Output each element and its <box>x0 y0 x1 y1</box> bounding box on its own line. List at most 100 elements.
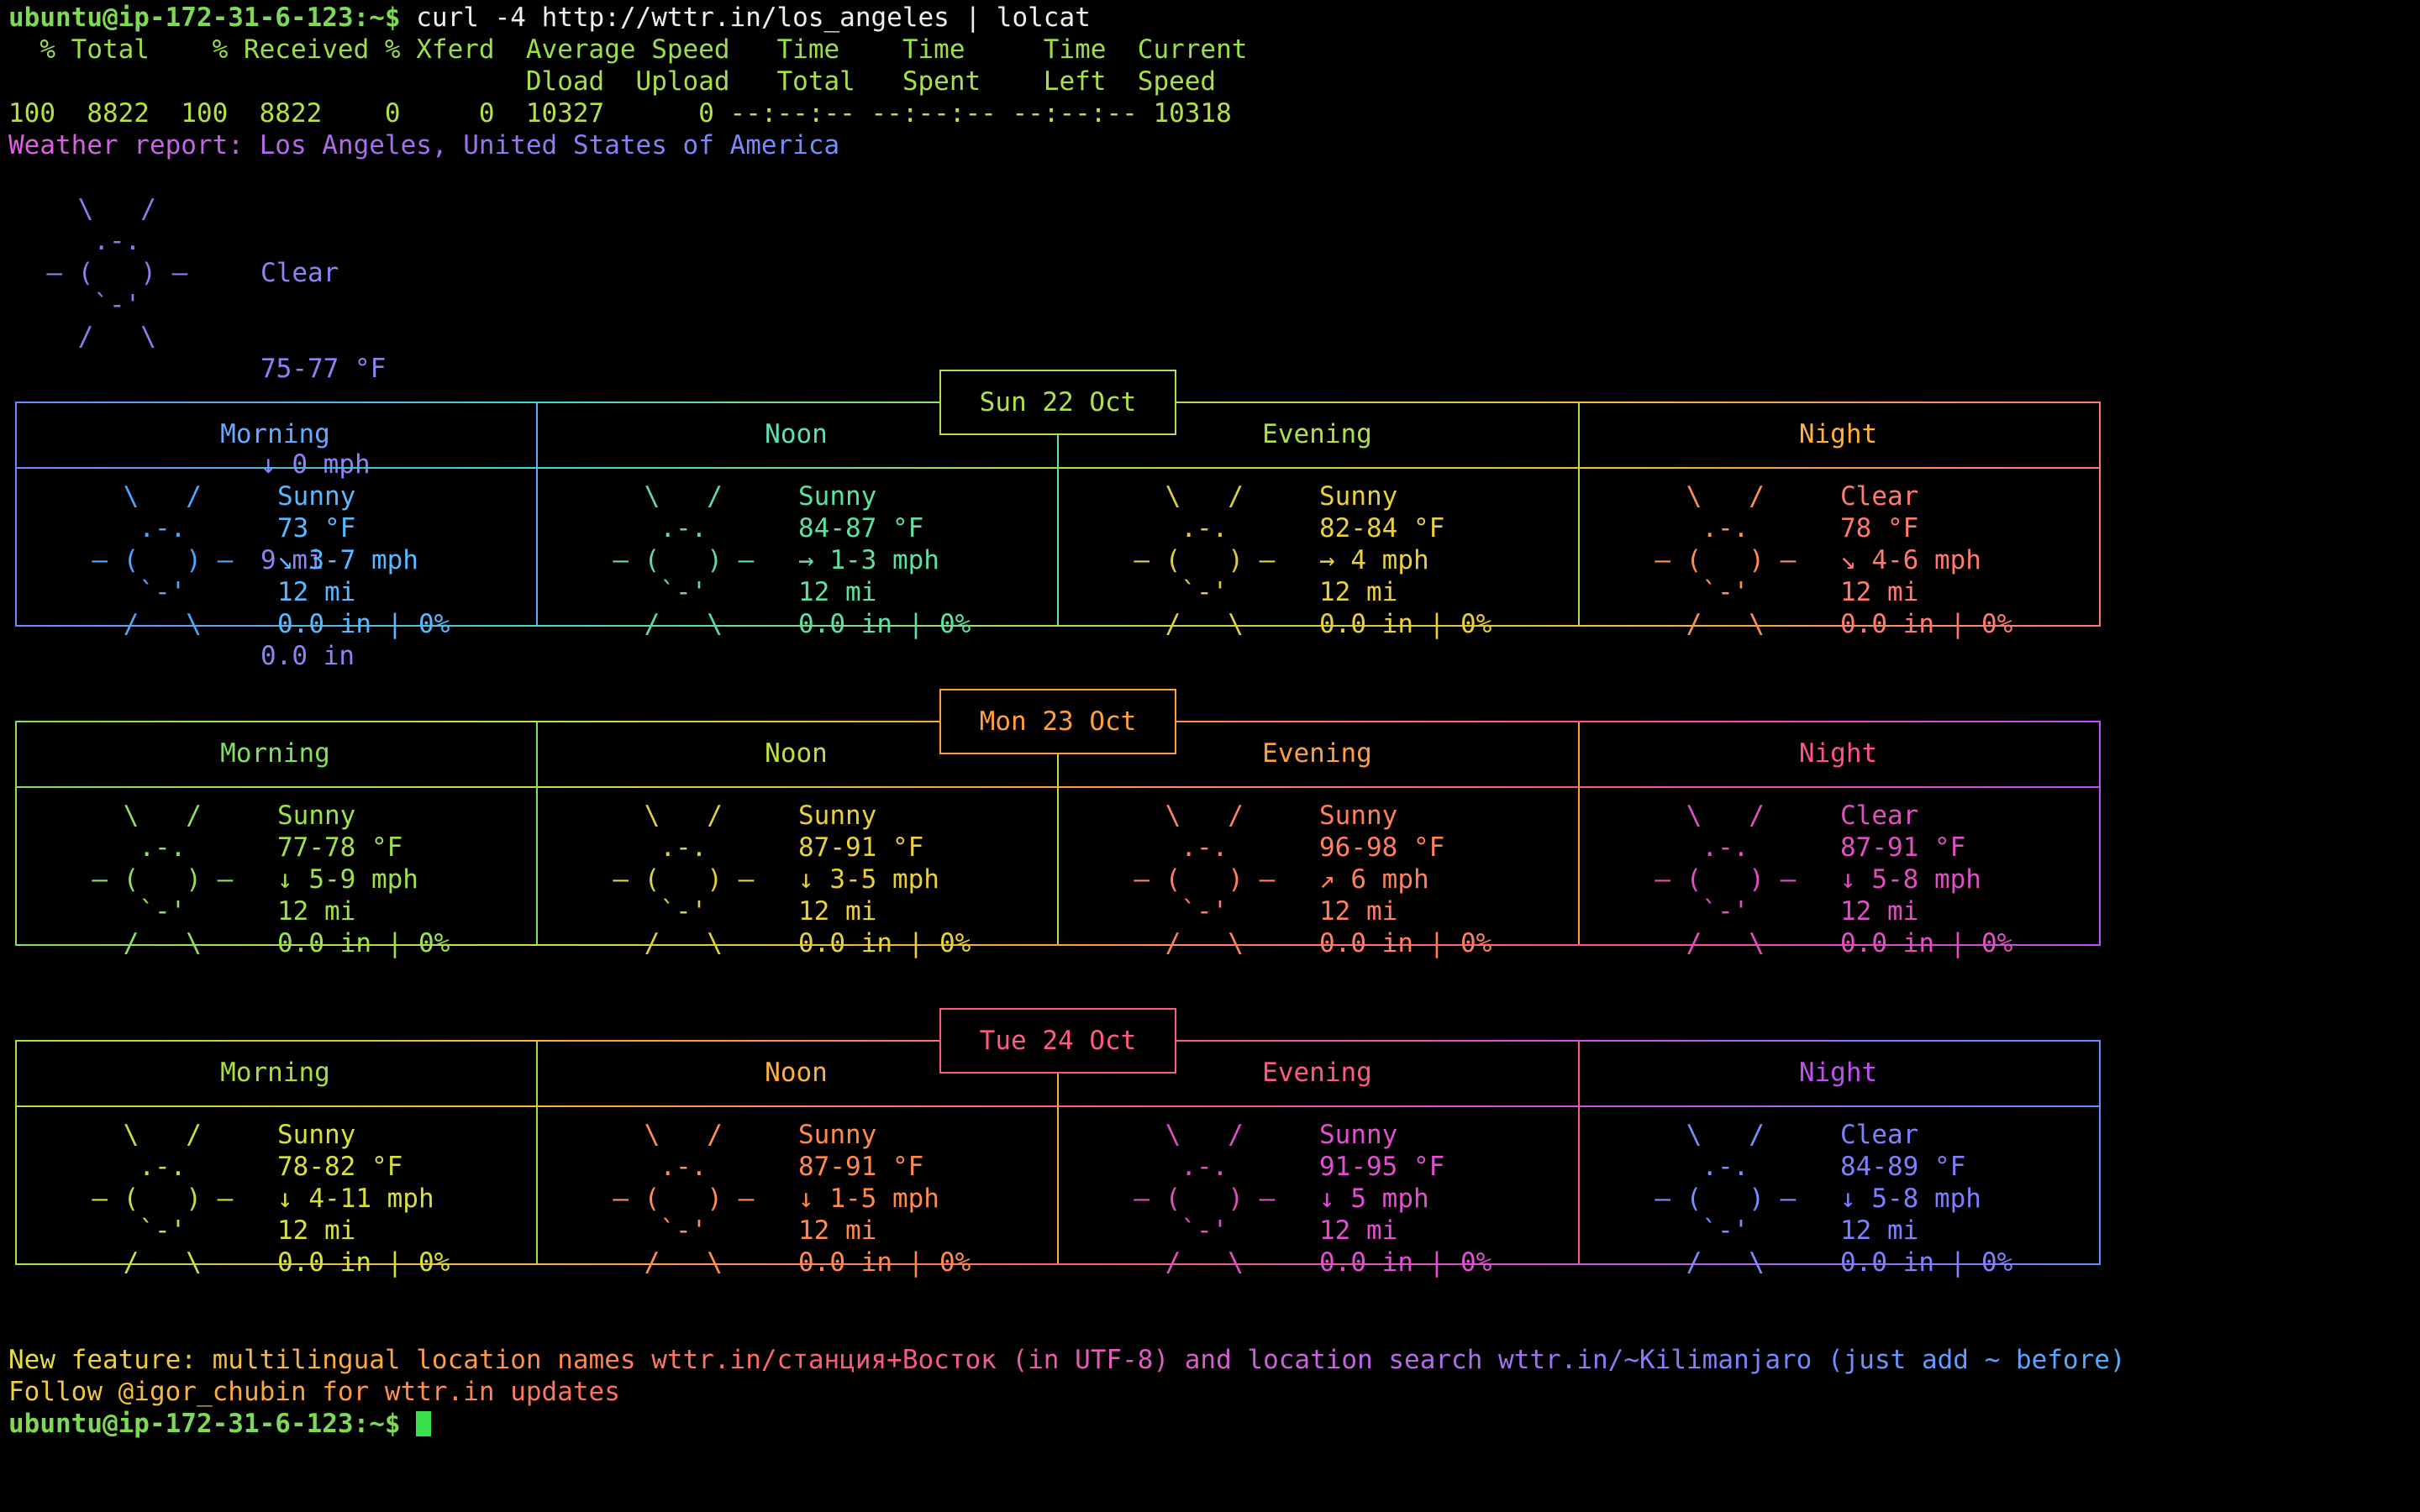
period-header-night: Night <box>1798 419 1878 449</box>
forecast-cell: Sunny 87-91 °F ↓ 3-5 mph 12 mi 0.0 in | 0% <box>798 800 971 959</box>
period-header-night: Night <box>1798 1058 1878 1088</box>
forecast-day: Sun 22 Oct Morning Noon Evening Night \ / .-… <box>15 370 2101 639</box>
forecast-wind: → 4 mph <box>1319 545 1429 575</box>
moon-clear-icon: \ / .-. ― ( ) ― `-' / \ <box>1655 1120 1797 1278</box>
forecast-wind: ↘ 4-6 mph <box>1840 545 1981 575</box>
forecast-precip: 0.0 in | 0% <box>798 1247 971 1278</box>
moon-clear-icon: \ / .-. ― ( ) ― `-' / \ <box>1655 801 1797 958</box>
final-prompt-line[interactable]: ubuntu@ip-172-31-6-123:~$ <box>8 1408 432 1440</box>
forecast-temp: 73 °F <box>277 513 356 543</box>
report-title: Weather report: Los Angeles, United Stat… <box>8 130 840 160</box>
sun-icon: \ / .-. ― ( ) ― `-' / \ <box>92 801 234 958</box>
sun-icon: \ / .-. ― ( ) ― `-' / \ <box>1134 481 1276 639</box>
forecast-precip: 0.0 in | 0% <box>1319 1247 1492 1278</box>
forecast-precip: 0.0 in | 0% <box>798 928 971 958</box>
forecast-temp: 96-98 °F <box>1319 832 1445 863</box>
sun-icon: \ / .-. ― ( ) ― `-' / \ <box>46 194 188 352</box>
forecast-wind: ↘ 3-7 mph <box>277 545 418 575</box>
forecast-visibility: 12 mi <box>1840 896 1919 927</box>
forecast-cell: Sunny 91-95 °F ↓ 5 mph 12 mi 0.0 in | 0% <box>1319 1119 1491 1278</box>
forecast-cell: Sunny 78-82 °F ↓ 4-11 mph 12 mi 0.0 in | 0% <box>277 1119 450 1278</box>
period-header-morning: Morning <box>220 419 330 449</box>
forecast-precip: 0.0 in | 0% <box>1840 1247 2013 1278</box>
forecast-temp: 84-89 °F <box>1840 1152 1966 1182</box>
command-text: curl -4 http://wttr.in/los_angeles | lol… <box>400 3 1091 33</box>
forecast-wind: ↓ 3-5 mph <box>798 864 939 895</box>
current-precip: 0.0 in <box>260 641 355 671</box>
forecast-visibility: 12 mi <box>798 1215 877 1246</box>
curl-header-1: % Total % Received % Xferd Average Speed… <box>8 34 1248 65</box>
forecast-visibility: 12 mi <box>798 577 877 607</box>
forecast-visibility: 12 mi <box>1840 1215 1919 1246</box>
forecast-precip: 0.0 in | 0% <box>798 609 971 639</box>
date-label: Sun 22 Oct <box>939 370 1176 435</box>
forecast-precip: 0.0 in | 0% <box>277 928 450 958</box>
forecast-temp: 91-95 °F <box>1319 1152 1445 1182</box>
period-header-night: Night <box>1798 738 1878 769</box>
forecast-visibility: 12 mi <box>1319 896 1398 927</box>
forecast-wind: ↓ 1-5 mph <box>798 1184 939 1214</box>
shell-prompt: ubuntu@ip-172-31-6-123:~$ <box>8 3 401 33</box>
period-header-morning: Morning <box>220 738 330 769</box>
sun-icon: \ / .-. ― ( ) ― `-' / \ <box>1134 1120 1276 1278</box>
forecast-cell: Sunny 96-98 °F ↗ 6 mph 12 mi 0.0 in | 0% <box>1319 800 1491 959</box>
forecast-condition: Sunny <box>277 481 356 512</box>
forecast-day: Mon 23 Oct Morning Noon Evening Night \ / .-… <box>15 689 2101 958</box>
sun-icon: \ / .-. ― ( ) ― `-' / \ <box>613 801 755 958</box>
forecast-visibility: 12 mi <box>1319 1215 1398 1246</box>
date-label: Tue 24 Oct <box>939 1008 1176 1074</box>
forecast-temp: 78 °F <box>1840 513 1919 543</box>
forecast-condition: Sunny <box>1319 1120 1398 1150</box>
moon-clear-icon: \ / .-. ― ( ) ― `-' / \ <box>1655 481 1797 639</box>
forecast-precip: 0.0 in | 0% <box>277 1247 450 1278</box>
forecast-cell: Clear 87-91 °F ↓ 5-8 mph 12 mi 0.0 in | 0% <box>1840 800 2012 959</box>
forecast-wind: ↓ 5-8 mph <box>1840 864 1981 895</box>
forecast-condition: Clear <box>1840 481 1919 512</box>
forecast-cell: Sunny 73 °F ↘ 3-7 mph 12 mi 0.0 in | 0% <box>277 480 450 640</box>
forecast-day: Tue 24 Oct Morning Noon Evening Night \ / .-… <box>15 1008 2101 1278</box>
forecast-visibility: 12 mi <box>277 1215 356 1246</box>
forecast-condition: Sunny <box>798 801 877 831</box>
forecast-wind: ↓ 5 mph <box>1319 1184 1429 1214</box>
sun-icon: \ / .-. ― ( ) ― `-' / \ <box>613 481 755 639</box>
forecast-precip: 0.0 in | 0% <box>1319 928 1492 958</box>
forecast-precip: 0.0 in | 0% <box>1319 609 1492 639</box>
forecast-wind: ↓ 4-11 mph <box>277 1184 434 1214</box>
period-header-morning: Morning <box>220 1058 330 1088</box>
terminal-window[interactable]: ubuntu@ip-172-31-6-123:~$ curl -4 http:/… <box>0 0 2420 1512</box>
forecast-temp: 84-87 °F <box>798 513 924 543</box>
forecast-wind: ↓ 5-8 mph <box>1840 1184 1981 1214</box>
forecast-cell: Sunny 77-78 °F ↓ 5-9 mph 12 mi 0.0 in | 0% <box>277 800 450 959</box>
forecast-wind: → 1-3 mph <box>798 545 939 575</box>
forecast-temp: 87-91 °F <box>798 832 924 863</box>
forecast-visibility: 12 mi <box>1319 577 1398 607</box>
forecast-precip: 0.0 in | 0% <box>277 609 450 639</box>
forecast-condition: Clear <box>1840 1120 1919 1150</box>
forecast-cell: Clear 84-89 °F ↓ 5-8 mph 12 mi 0.0 in | 0% <box>1840 1119 2012 1278</box>
forecast-condition: Sunny <box>798 1120 877 1150</box>
forecast-cell: Clear 78 °F ↘ 4-6 mph 12 mi 0.0 in | 0% <box>1840 480 2012 640</box>
shell-prompt: ubuntu@ip-172-31-6-123:~$ <box>8 1409 401 1439</box>
forecast-cell: Sunny 82-84 °F → 4 mph 12 mi 0.0 in | 0% <box>1319 480 1491 640</box>
forecast-visibility: 12 mi <box>277 896 356 927</box>
sun-icon: \ / .-. ― ( ) ― `-' / \ <box>92 1120 234 1278</box>
forecast-precip: 0.0 in | 0% <box>1840 928 2013 958</box>
forecast-temp: 87-91 °F <box>798 1152 924 1182</box>
forecast-cell: Sunny 87-91 °F ↓ 1-5 mph 12 mi 0.0 in | 0% <box>798 1119 971 1278</box>
forecast-temp: 78-82 °F <box>277 1152 403 1182</box>
forecast-temp: 77-78 °F <box>277 832 403 863</box>
date-label: Mon 23 Oct <box>939 689 1176 754</box>
sun-icon: \ / .-. ― ( ) ― `-' / \ <box>613 1120 755 1278</box>
forecast-precip: 0.0 in | 0% <box>1840 609 2013 639</box>
current-condition: Clear <box>260 258 339 288</box>
sun-icon: \ / .-. ― ( ) ― `-' / \ <box>1134 801 1276 958</box>
follow-notice: Follow @igor_chubin for wttr.in updates <box>8 1377 620 1407</box>
curl-header-2: Dload Upload Total Spent Left Speed <box>8 66 1217 97</box>
forecast-condition: Sunny <box>277 1120 356 1150</box>
forecast-temp: 87-91 °F <box>1840 832 1966 863</box>
feature-notice: New feature: multilingual location names… <box>8 1345 2126 1375</box>
sun-icon: \ / .-. ― ( ) ― `-' / \ <box>92 481 234 639</box>
curl-stats: 100 8822 100 8822 0 0 10327 0 --:--:-- -… <box>8 98 1232 129</box>
forecast-wind: ↓ 5-9 mph <box>277 864 418 895</box>
text-cursor[interactable] <box>416 1411 432 1436</box>
